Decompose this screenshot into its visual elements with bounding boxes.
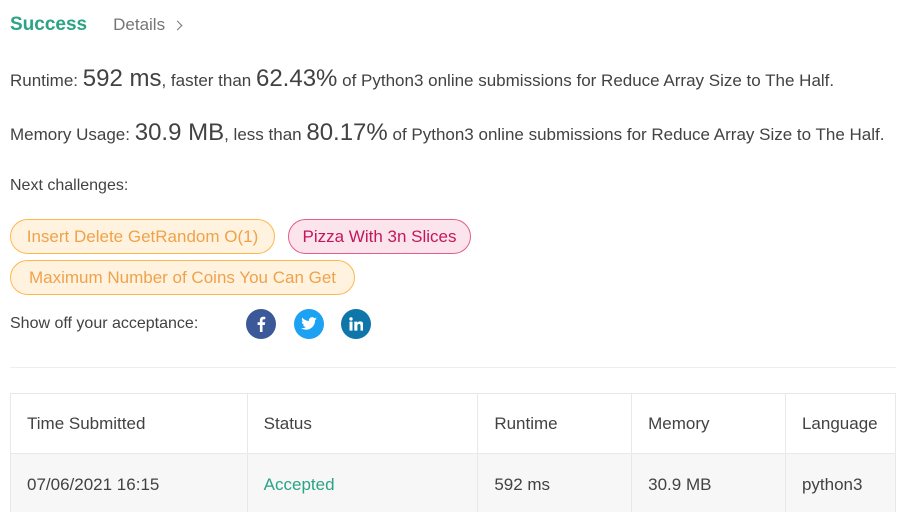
runtime-value: 592 ms [82, 65, 162, 92]
share-label: Show off your acceptance: [10, 315, 199, 332]
submissions-table: Time Submitted Status Runtime Memory Lan… [10, 393, 897, 512]
runtime-compare-text: , faster than [161, 71, 252, 90]
column-header-time-submitted: Time Submitted [10, 393, 248, 454]
linkedin-icon[interactable] [341, 309, 371, 339]
cell-runtime: 592 ms [477, 453, 633, 512]
memory-compare-text: , less than [224, 125, 302, 144]
status-success: Success [10, 14, 88, 35]
table-header-row: Time Submitted Status Runtime Memory Lan… [10, 393, 897, 454]
challenge-chip-insert-delete-getrandom[interactable]: Insert Delete GetRandom O(1) [10, 219, 275, 254]
memory-percent: 80.17% [306, 119, 388, 146]
column-header-status: Status [246, 393, 479, 454]
runtime-stat: Runtime: 592 ms, faster than 62.43% of P… [10, 65, 834, 93]
facebook-icon[interactable] [246, 309, 276, 339]
memory-value: 30.9 MB [134, 119, 225, 146]
details-link[interactable]: Details [113, 15, 183, 35]
memory-label: Memory Usage: [10, 125, 130, 144]
runtime-percent: 62.43% [255, 65, 338, 92]
challenge-chip-maximum-number-of-coins[interactable]: Maximum Number of Coins You Can Get [10, 260, 355, 295]
memory-stat: Memory Usage: 30.9 MB, less than 80.17% … [10, 119, 884, 147]
details-label: Details [113, 15, 166, 34]
runtime-label: Runtime: [10, 71, 79, 90]
status-accepted-link[interactable]: Accepted [264, 475, 335, 494]
memory-suffix: of Python3 online submissions for Reduce… [392, 125, 885, 144]
challenge-chip-pizza-with-3n-slices[interactable]: Pizza With 3n Slices [288, 219, 471, 254]
cell-time-submitted: 07/06/2021 16:15 [10, 453, 248, 512]
chevron-right-icon [172, 20, 183, 30]
table-row: 07/06/2021 16:15 Accepted 592 ms 30.9 MB… [10, 453, 897, 512]
twitter-icon[interactable] [294, 309, 324, 339]
section-divider [10, 367, 896, 368]
column-header-memory: Memory [631, 393, 786, 454]
result-header: Success Details [10, 14, 183, 36]
cell-memory: 30.9 MB [631, 453, 786, 512]
next-challenges-label: Next challenges: [10, 177, 129, 194]
column-header-language: Language [784, 393, 897, 454]
runtime-suffix: of Python3 online submissions for Reduce… [342, 71, 835, 90]
cell-language: python3 [784, 453, 897, 512]
column-header-runtime: Runtime [477, 393, 633, 454]
